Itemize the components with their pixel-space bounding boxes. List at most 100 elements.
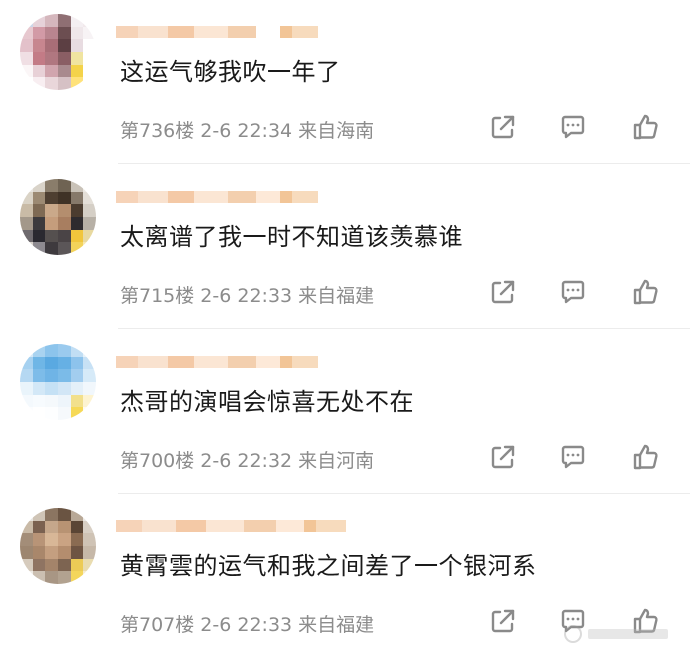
username-pixel xyxy=(256,191,280,203)
avatar-pixel xyxy=(58,344,71,357)
avatar-pixel xyxy=(32,39,46,52)
avatar-pixel xyxy=(83,571,96,584)
username-blurred[interactable] xyxy=(116,348,356,376)
avatar-pixel xyxy=(83,64,96,78)
avatar-pixel xyxy=(20,520,33,534)
username-pixel xyxy=(292,26,318,38)
avatar-pixel xyxy=(83,26,96,40)
avatar-pixel xyxy=(45,26,58,40)
share-button[interactable] xyxy=(486,440,520,474)
avatar-pixel xyxy=(70,382,84,395)
thumbs-up-icon xyxy=(628,279,662,313)
avatar-pixel xyxy=(20,64,33,78)
avatar-pixel xyxy=(83,344,96,357)
avatar-pixel xyxy=(20,546,33,559)
avatar-pixel xyxy=(83,382,96,395)
avatar-pixel xyxy=(20,571,33,584)
avatar-pixel xyxy=(70,558,84,572)
avatar-pixel xyxy=(20,14,33,27)
avatar-pixel xyxy=(20,242,33,255)
avatar-pixel xyxy=(83,508,96,521)
avatar-pixel xyxy=(45,204,58,217)
thumbs-up-icon xyxy=(628,114,662,148)
avatar-pixel xyxy=(45,179,58,192)
avatar-pixel xyxy=(20,39,33,52)
username-blurred[interactable] xyxy=(116,512,356,540)
avatar[interactable] xyxy=(20,179,96,255)
avatar-pixel xyxy=(58,407,71,420)
avatar-pixel xyxy=(45,558,58,572)
avatar-pixel xyxy=(20,382,33,395)
username-pixel xyxy=(142,520,176,532)
username-pixel xyxy=(228,356,256,368)
avatar-pixel xyxy=(20,394,33,408)
avatar-pixel xyxy=(83,369,96,382)
reply-button[interactable] xyxy=(556,440,590,474)
avatar-pixel xyxy=(70,39,84,52)
avatar-pixel xyxy=(32,558,46,572)
avatar-pixel xyxy=(70,407,84,420)
avatar-pixel xyxy=(45,242,58,255)
avatar-pixel xyxy=(20,229,33,243)
avatar-pixel xyxy=(83,14,96,27)
username-pixel xyxy=(206,520,244,532)
avatar-pixel xyxy=(32,369,46,382)
avatar-pixel xyxy=(58,369,71,382)
username-blurred[interactable] xyxy=(116,183,356,211)
avatar-pixel xyxy=(45,77,58,90)
username-pixel xyxy=(168,26,194,38)
comment-text: 黄霄雲的运气和我之间差了一个银河系 xyxy=(120,552,537,580)
comment-actions xyxy=(480,440,670,476)
avatar-pixel xyxy=(58,520,71,534)
avatar[interactable] xyxy=(20,508,96,584)
like-button[interactable] xyxy=(628,275,662,309)
avatar-pixel xyxy=(83,242,96,255)
username-pixel xyxy=(256,356,280,368)
avatar-pixel xyxy=(58,558,71,572)
share-button[interactable] xyxy=(486,604,520,638)
username-blurred[interactable] xyxy=(116,18,356,46)
comment-text: 这运气够我吹一年了 xyxy=(120,58,341,86)
avatar-pixel xyxy=(45,52,58,65)
username-pixel xyxy=(116,191,138,203)
username-pixel xyxy=(292,356,318,368)
avatar-pixel xyxy=(32,52,46,65)
avatar[interactable] xyxy=(20,14,96,90)
username-pixel xyxy=(280,26,292,38)
share-button[interactable] xyxy=(486,110,520,144)
avatar[interactable] xyxy=(20,344,96,420)
username-pixel xyxy=(280,191,292,203)
comment-item: 太离谱了我一时不知道该羡慕谁 第715楼 2-6 22:33 来自福建 xyxy=(0,165,690,329)
avatar-pixel xyxy=(32,77,46,90)
avatar-pixel xyxy=(83,407,96,420)
reply-button[interactable] xyxy=(556,110,590,144)
avatar-pixel xyxy=(70,571,84,584)
username-pixel xyxy=(194,26,228,38)
avatar-pixel xyxy=(58,356,71,370)
share-button[interactable] xyxy=(486,275,520,309)
avatar-pixel xyxy=(58,39,71,52)
avatar-pixel xyxy=(58,382,71,395)
avatar-pixel xyxy=(32,382,46,395)
avatar-pixel xyxy=(58,179,71,192)
avatar-pixel xyxy=(70,344,84,357)
avatar-pixel xyxy=(45,64,58,78)
avatar-pixel xyxy=(20,179,33,192)
avatar-pixel xyxy=(32,407,46,420)
avatar-pixel xyxy=(58,508,71,521)
avatar-pixel xyxy=(45,508,58,521)
avatar-pixel xyxy=(70,14,84,27)
like-button[interactable] xyxy=(628,440,662,474)
avatar-pixel xyxy=(20,191,33,205)
avatar-pixel xyxy=(83,229,96,243)
avatar-pixel xyxy=(20,77,33,90)
avatar-pixel xyxy=(83,533,96,546)
username-pixel xyxy=(256,26,280,38)
like-button[interactable] xyxy=(628,110,662,144)
username-pixel xyxy=(280,356,292,368)
avatar-pixel xyxy=(83,356,96,370)
share-icon xyxy=(486,609,520,642)
username-pixel xyxy=(292,191,318,203)
reply-button[interactable] xyxy=(556,275,590,309)
avatar-pixel xyxy=(83,546,96,559)
